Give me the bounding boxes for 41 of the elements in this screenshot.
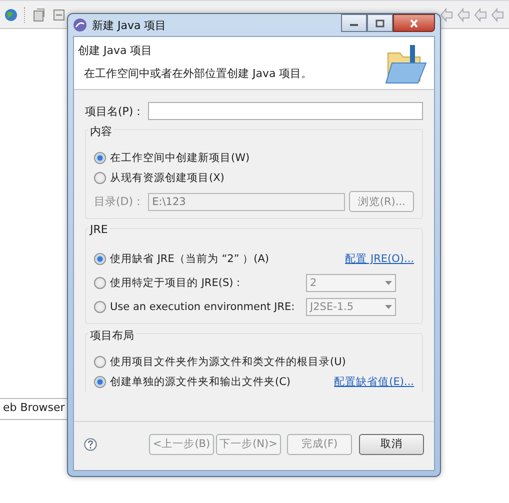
group-title: 内容: [88, 124, 114, 139]
field-label: 项目名(P)：: [85, 104, 144, 118]
radio-label[interactable]: Use an execution environment JRE:: [110, 301, 302, 313]
radio-button[interactable]: [94, 356, 106, 368]
window-title: 新建 Java 项目: [92, 18, 166, 32]
header-description: 在工作空间中或者在外部位置创建 Java 项目。: [83, 66, 312, 81]
caret-icon: [385, 281, 392, 285]
close-icon: [409, 18, 419, 28]
maximize-icon: [375, 18, 385, 28]
project-name-field[interactable]: [148, 102, 423, 120]
link[interactable]: 配置 JRE(O)...: [345, 252, 414, 266]
radio-label[interactable]: 使用特定于项目的 JRE(S)：: [110, 276, 302, 290]
help-icon[interactable]: [84, 438, 97, 450]
close-button[interactable]: [393, 14, 435, 32]
link[interactable]: 配置缺省值(E)...: [334, 375, 414, 389]
back-arrow-icon[interactable]: [457, 8, 471, 22]
group-title: 项目布局: [88, 328, 136, 343]
radio-button[interactable]: [94, 376, 106, 388]
radio-label[interactable]: 从现有资源创建项目(X): [110, 171, 224, 185]
radio-label[interactable]: 创建单独的源文件夹和输出文件夹(C): [110, 375, 291, 389]
maximize-button[interactable]: [367, 14, 393, 32]
back-arrow-icon[interactable]: [491, 8, 505, 22]
dialog-button[interactable]: 取消: [359, 434, 424, 454]
globe-icon[interactable]: [4, 8, 18, 22]
radio-button[interactable]: [94, 152, 106, 164]
radio-button[interactable]: [94, 253, 106, 265]
radio-button[interactable]: [94, 172, 106, 184]
group-title: JRE: [88, 223, 110, 236]
folder-icon: [384, 43, 428, 85]
minimize-button[interactable]: [341, 14, 367, 32]
back-arrow-icon[interactable]: [440, 8, 454, 22]
radio-button[interactable]: [94, 301, 106, 313]
back-arrow-icon[interactable]: [474, 8, 488, 22]
radio-label[interactable]: 在工作空间中创建新项目(W): [110, 151, 250, 165]
radio-label[interactable]: 使用缺省 JRE（当前为 “2” ）(A): [110, 252, 302, 266]
radio-label[interactable]: 使用项目文件夹作为源文件和类文件的根目录(U): [110, 355, 346, 369]
app-icon: [73, 18, 87, 32]
radio-button[interactable]: [94, 277, 106, 289]
header-title: 创建 Java 项目: [78, 43, 154, 58]
caret-icon: [385, 305, 392, 309]
field-label: 目录(D)：: [94, 194, 144, 209]
